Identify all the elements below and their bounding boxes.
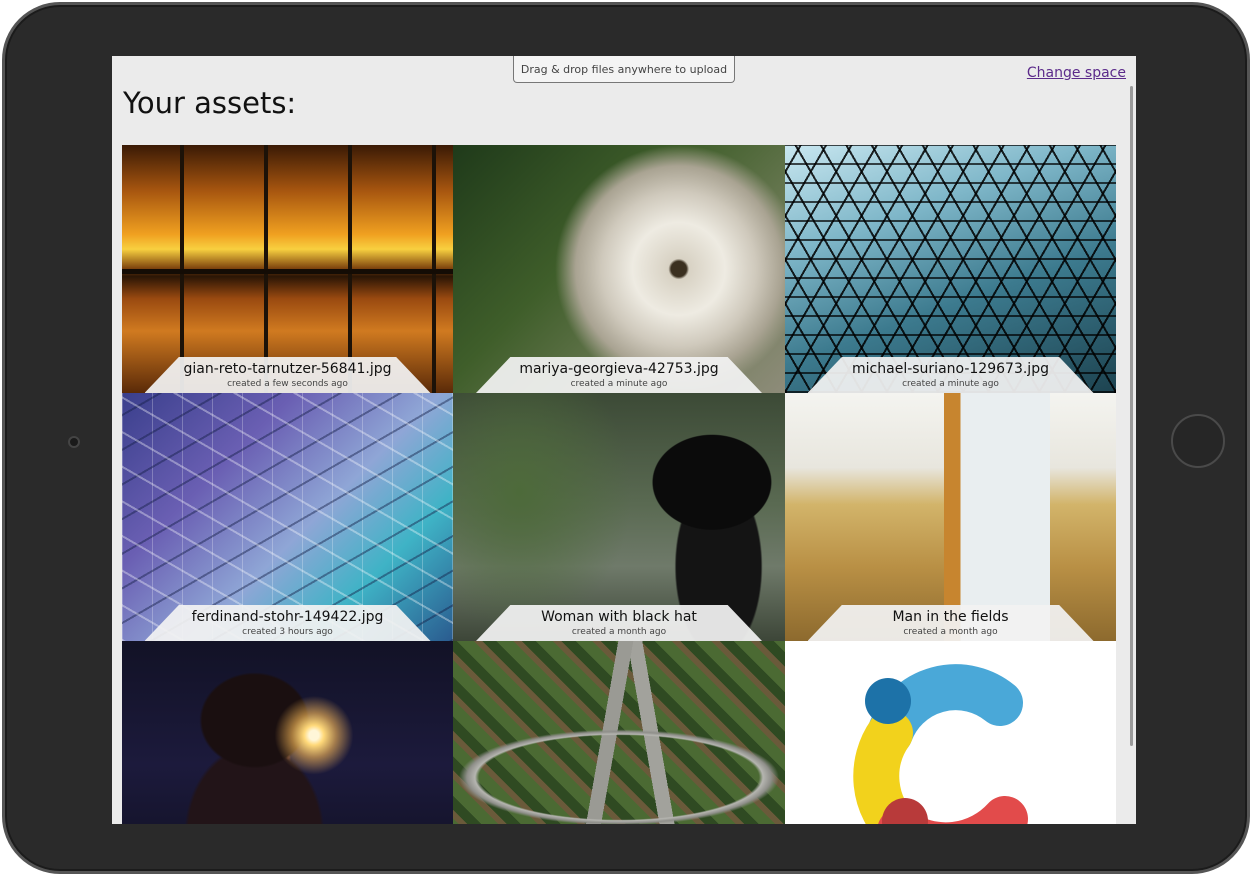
- asset-title: Man in the fields: [892, 609, 1009, 625]
- asset-title: mariya-georgieva-42753.jpg: [519, 361, 719, 377]
- asset-image: [122, 393, 453, 641]
- asset-image: [122, 641, 453, 824]
- scrollbar[interactable]: [1130, 86, 1133, 746]
- asset-caption: Man in the fields created a month ago: [807, 605, 1094, 641]
- asset-card[interactable]: ferdinand-stohr-149422.jpg created 3 hou…: [122, 393, 453, 641]
- asset-caption: Woman with black hat created a month ago: [476, 605, 762, 641]
- asset-created: created a month ago: [903, 627, 998, 637]
- camera-icon: [68, 436, 80, 448]
- asset-grid: gian-reto-tarnutzer-56841.jpg created a …: [122, 145, 1116, 824]
- asset-title: michael-suriano-129673.jpg: [852, 361, 1049, 377]
- asset-image: [122, 145, 453, 393]
- app-screen: Drag & drop files anywhere to upload Cha…: [112, 56, 1136, 824]
- home-button[interactable]: [1171, 414, 1225, 468]
- page-title: Your assets:: [123, 86, 297, 120]
- contentful-logo-icon: [853, 664, 1028, 824]
- asset-card[interactable]: [122, 641, 453, 824]
- asset-created: created a month ago: [571, 627, 667, 637]
- asset-card[interactable]: [785, 641, 1116, 824]
- asset-title: gian-reto-tarnutzer-56841.jpg: [183, 361, 392, 377]
- asset-image: [453, 641, 785, 824]
- asset-title: ferdinand-stohr-149422.jpg: [191, 609, 384, 625]
- asset-created: created a few seconds ago: [227, 379, 348, 389]
- asset-created: created a minute ago: [902, 379, 999, 389]
- asset-caption: ferdinand-stohr-149422.jpg created 3 hou…: [144, 605, 431, 641]
- asset-image: [785, 393, 1116, 641]
- asset-card[interactable]: michael-suriano-129673.jpg created a min…: [785, 145, 1116, 393]
- asset-card[interactable]: mariya-georgieva-42753.jpg created a min…: [453, 145, 785, 393]
- asset-image: [453, 393, 785, 641]
- asset-card[interactable]: Woman with black hat created a month ago: [453, 393, 785, 641]
- change-space-link[interactable]: Change space: [1027, 65, 1126, 81]
- asset-caption: michael-suriano-129673.jpg created a min…: [807, 357, 1094, 393]
- asset-caption: gian-reto-tarnutzer-56841.jpg created a …: [144, 357, 431, 393]
- asset-created: created a minute ago: [570, 379, 668, 389]
- asset-caption: mariya-georgieva-42753.jpg created a min…: [476, 357, 762, 393]
- asset-image: [785, 145, 1116, 393]
- asset-image: [785, 641, 1116, 824]
- asset-card[interactable]: gian-reto-tarnutzer-56841.jpg created a …: [122, 145, 453, 393]
- asset-title: Woman with black hat: [541, 609, 697, 625]
- asset-card[interactable]: Man in the fields created a month ago: [785, 393, 1116, 641]
- drop-upload-banner[interactable]: Drag & drop files anywhere to upload: [513, 56, 735, 83]
- asset-image: [453, 145, 785, 393]
- asset-card[interactable]: [453, 641, 785, 824]
- asset-created: created 3 hours ago: [242, 627, 333, 637]
